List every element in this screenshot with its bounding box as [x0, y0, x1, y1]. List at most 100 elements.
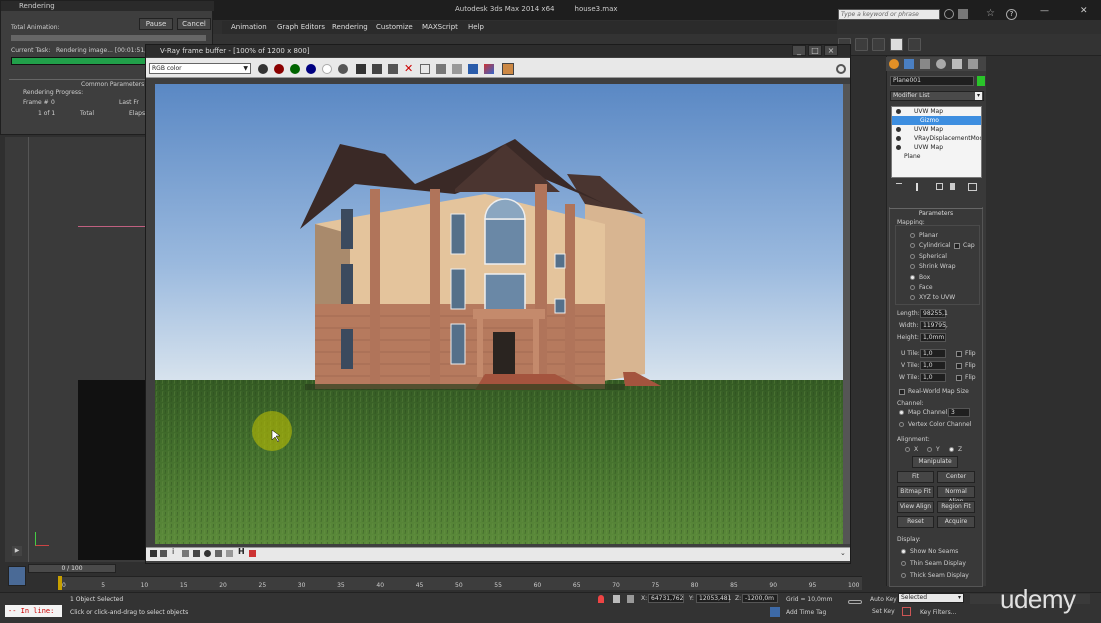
toolbar-icon[interactable] — [872, 38, 885, 51]
align-z-radio[interactable]: Z — [949, 446, 962, 453]
set-key-button[interactable]: Set Key — [872, 608, 895, 615]
render-last-icon[interactable] — [468, 64, 478, 74]
region-icon[interactable] — [436, 64, 446, 74]
stack-item-uvw-map[interactable]: UVW Map — [892, 107, 981, 116]
add-time-tag[interactable]: Add Time Tag — [786, 609, 826, 616]
height-spinner[interactable]: 1,0mm — [920, 333, 946, 342]
help-icon[interactable]: ? — [1006, 9, 1017, 20]
bitmap-fit-button[interactable]: Bitmap Fit — [897, 486, 934, 498]
rendered-image[interactable] — [155, 84, 843, 544]
thin-seam-radio[interactable]: Thin Seam Display — [901, 560, 966, 567]
box-radio[interactable] — [910, 275, 915, 280]
object-color-swatch[interactable] — [977, 76, 985, 86]
toolbar-icon[interactable] — [855, 38, 868, 51]
x-coordinate[interactable]: 64731,762 — [648, 594, 684, 603]
mapping-xyz-to-uvw[interactable]: XYZ to UVW — [910, 294, 955, 301]
stack-eye-icon[interactable] — [896, 127, 901, 132]
v-flip-checkbox[interactable]: Flip — [956, 362, 976, 369]
vfb-lens-icon[interactable] — [249, 550, 256, 557]
shrink-wrap-radio[interactable] — [910, 264, 915, 269]
vfb-hsl-icon[interactable] — [226, 550, 233, 557]
vfb-scrollbar[interactable] — [843, 84, 850, 544]
vfb-settings-icon[interactable] — [836, 64, 846, 74]
cap-check[interactable] — [954, 242, 960, 249]
mapping-cylindrical[interactable]: Cylindrical — [910, 242, 950, 249]
lens-effects-icon[interactable] — [502, 63, 514, 75]
y-coordinate[interactable]: 12053,481 — [696, 594, 731, 603]
vfb-expand-icon[interactable]: ⌄ — [840, 549, 846, 557]
real-world-check[interactable] — [899, 388, 905, 395]
menu-customize[interactable]: Customize — [376, 23, 413, 31]
vfb-maximize-button[interactable]: □ — [808, 45, 822, 56]
render-icon[interactable] — [908, 38, 921, 51]
menu-animation[interactable]: Animation — [231, 23, 267, 31]
communication-icon[interactable] — [958, 9, 968, 19]
pause-button[interactable]: Pause — [139, 18, 173, 30]
absolute-mode-icon[interactable] — [627, 595, 634, 603]
stack-item-uvw-map-2[interactable]: UVW Map — [892, 125, 981, 134]
map-channel-spinner[interactable]: 3 — [948, 408, 970, 417]
xyz-to-uvw-radio[interactable] — [910, 295, 915, 300]
blue-channel-icon[interactable] — [306, 64, 316, 74]
save-all-icon[interactable] — [372, 64, 382, 74]
align-y-dot[interactable] — [927, 447, 932, 452]
center-button[interactable]: Center — [937, 471, 975, 483]
viewport-layout-icon[interactable] — [8, 566, 26, 586]
vfb-h-icon[interactable]: H — [238, 547, 245, 556]
link-icon[interactable] — [420, 64, 430, 74]
load-icon[interactable] — [388, 64, 398, 74]
render-setup-icon[interactable] — [890, 38, 903, 51]
show-no-seams-radio[interactable]: Show No Seams — [901, 548, 958, 555]
stack-item-plane[interactable]: Plane — [892, 152, 981, 161]
stack-item-vray-displacement[interactable]: VRayDisplacementMod — [892, 134, 981, 143]
mapping-box[interactable]: Box — [910, 274, 930, 281]
configure-modifier-sets-icon[interactable] — [968, 183, 977, 191]
key-mode-icon[interactable] — [902, 607, 911, 616]
search-input[interactable]: Type a keyword or phrase — [838, 9, 940, 20]
w-flip-check[interactable] — [956, 374, 962, 381]
menu-maxscript[interactable]: MAXScript — [422, 23, 458, 31]
minimize-app-button[interactable]: — — [1040, 6, 1049, 16]
z-coordinate[interactable]: -1200,0m — [742, 594, 778, 603]
vfb-history-icon[interactable] — [150, 550, 157, 557]
vfb-lut-icon[interactable] — [204, 550, 211, 557]
clear-icon[interactable]: ✕ — [404, 62, 413, 75]
vfb-info-icon-i[interactable]: i — [172, 547, 174, 556]
save-icon[interactable] — [356, 64, 366, 74]
track-mouse-icon[interactable] — [452, 64, 462, 74]
channel-select[interactable]: RGB color ▼ — [149, 63, 251, 74]
key-filters-button[interactable]: Key Filters... — [920, 609, 957, 616]
align-z-dot[interactable] — [949, 447, 954, 452]
map-channel-radio-dot[interactable] — [899, 410, 904, 415]
vertex-color-radio[interactable]: Vertex Color Channel — [899, 421, 971, 428]
time-slider[interactable]: 0 / 100 — [28, 564, 116, 573]
wtile-spinner[interactable]: 1,0 — [920, 373, 946, 382]
vtile-spinner[interactable]: 1,0 — [920, 361, 946, 370]
real-world-checkbox[interactable]: Real-World Map Size — [899, 388, 969, 395]
spherical-radio[interactable] — [910, 254, 915, 259]
alpha-channel-icon[interactable] — [322, 64, 332, 74]
mapping-shrink-wrap[interactable]: Shrink Wrap — [910, 263, 956, 270]
auto-key-button[interactable]: Auto Key — [870, 596, 897, 603]
align-x-radio[interactable]: X — [905, 446, 918, 453]
thin-seam-dot[interactable] — [901, 561, 906, 566]
thick-seam-radio[interactable]: Thick Seam Display — [901, 572, 969, 579]
stack-item-gizmo[interactable]: Gizmo — [892, 116, 981, 125]
play-icon[interactable]: ▶ — [12, 546, 22, 556]
motion-tab-icon[interactable] — [936, 59, 946, 69]
width-spinner[interactable]: 119795, — [920, 321, 948, 330]
v-flip-check[interactable] — [956, 362, 962, 369]
make-unique-icon[interactable] — [936, 183, 943, 190]
menu-rendering[interactable]: Rendering — [332, 23, 368, 31]
utilities-tab-icon[interactable] — [968, 59, 978, 69]
vfb-curve-icon[interactable] — [193, 550, 200, 557]
mapping-planar[interactable]: Planar — [910, 232, 938, 239]
reset-button[interactable]: Reset — [897, 516, 934, 528]
hierarchy-tab-icon[interactable] — [920, 59, 930, 69]
thick-seam-dot[interactable] — [901, 573, 906, 578]
remove-modifier-icon[interactable] — [950, 183, 955, 190]
planar-radio[interactable] — [910, 233, 915, 238]
modify-tab-icon[interactable] — [904, 59, 914, 69]
length-spinner[interactable]: 98255,1 — [920, 309, 948, 318]
lock-selection-icon[interactable] — [613, 595, 620, 603]
